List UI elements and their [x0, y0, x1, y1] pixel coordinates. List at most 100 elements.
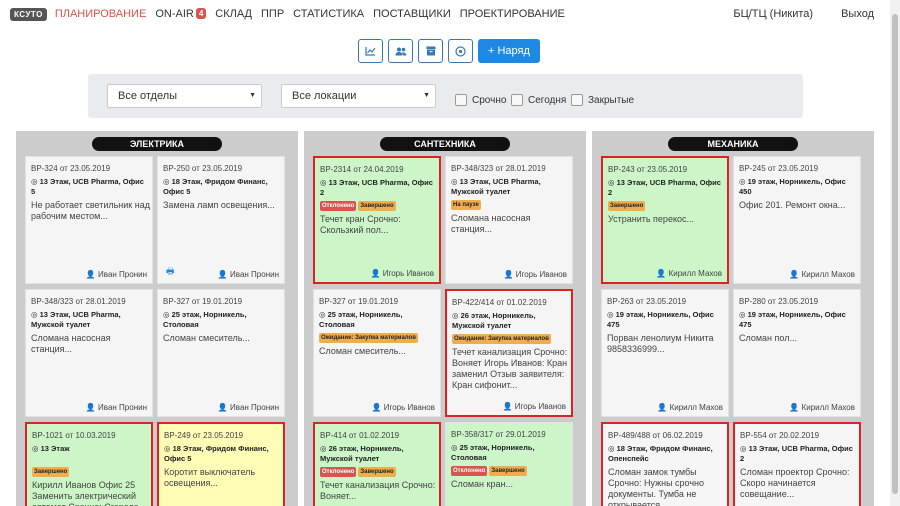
card-assignee: 👤 Игорь Иванов: [504, 270, 567, 279]
top-navbar: КСУТО ПЛАНИРОВАНИЕ ON-AIR 4 СКЛАД ППР СТА…: [0, 0, 890, 28]
card-description: Сломан замок тумбы Срочно: Нужны срочно …: [608, 467, 705, 506]
card-location: ◎ 25 этаж, Норникель, Столовая: [163, 310, 247, 329]
work-order-card[interactable]: ВР-358/317 от 29.01.2019 ◎ 25 этаж, Норни…: [445, 422, 573, 506]
work-order-card[interactable]: ВР-324 от 23.05.2019 ◎ 13 Этаж, UCB Pharm…: [25, 156, 153, 284]
urgent-checkbox[interactable]: Срочно: [455, 94, 506, 106]
card-number: ВР-348/323 от 28.01.2019: [31, 297, 126, 306]
status-badge: На паузе: [451, 200, 481, 210]
card-assignee-name: Иван Пронин: [98, 403, 147, 412]
printer-icon[interactable]: 🖶: [166, 264, 175, 280]
card-number: ВР-245 от 23.05.2019: [739, 164, 819, 173]
card-status-badges: Отклонено Завершено: [451, 466, 529, 476]
work-order-card[interactable]: ВР-249 от 23.05.2019 ◎ 18 Этаж, Фридом Фи…: [157, 422, 285, 506]
status-badge: Завершено: [358, 201, 396, 211]
card-number: ВР-243 от 23.05.2019: [608, 165, 688, 174]
urgent-checkbox-box[interactable]: [455, 94, 467, 106]
location-select[interactable]: Все локации ▼: [281, 84, 436, 108]
card-assignee: 👤 Кирилл Махов: [789, 403, 855, 412]
department-select[interactable]: Все отделы ▼: [107, 84, 262, 108]
nav-design[interactable]: ПРОЕКТИРОВАНИЕ: [460, 8, 565, 20]
user-icon: 👤: [789, 270, 802, 279]
card-assignee: 👤 Кирилл Махов: [657, 403, 723, 412]
user-icon: 👤: [656, 269, 669, 278]
work-order-card[interactable]: ВР-263 от 23.05.2019 ◎ 19 этаж, Норникель…: [601, 289, 729, 417]
nav-ppr[interactable]: ППР: [261, 8, 284, 20]
status-badge: Завершено: [608, 201, 646, 211]
card-location: ◎ 18 Этаж, Фридом Финанс, Опенспейс: [608, 444, 713, 463]
closed-checkbox-label: Закрытые: [588, 94, 635, 106]
card-description: Течет канализация Срочно: Воняет...: [320, 480, 436, 501]
logout-link[interactable]: Выход: [841, 8, 874, 20]
card-assignee-name: Кирилл Махов: [801, 403, 855, 412]
new-order-button[interactable]: + Наряд: [478, 39, 540, 63]
card-location: ◎ 13 Этаж, UCB Pharma, Офис 2: [320, 178, 433, 197]
nav-suppliers[interactable]: ПОСТАВЩИКИ: [373, 8, 451, 20]
status-badge: Завершено: [358, 467, 396, 477]
work-order-card[interactable]: ВР-414 от 01.02.2019 ◎ 26 этаж, Норникель…: [313, 422, 441, 506]
onair-count-badge: 4: [195, 8, 207, 19]
today-checkbox-label: Сегодня: [528, 94, 567, 106]
card-assignee: 👤 Игорь Иванов: [503, 402, 566, 411]
card-description: Порван ленолиум Никита 9858336999...: [607, 333, 714, 354]
user-icon: 👤: [217, 403, 231, 412]
card-assignee: 👤 Иван Пронин: [218, 403, 279, 412]
page-scrollbar[interactable]: [890, 0, 900, 506]
card-location: ◎ 13 Этаж, UCB Pharma, Мужской туалет: [31, 310, 121, 329]
card-number: ВР-327 от 19.01.2019: [319, 297, 399, 306]
card-number: ВР-348/323 от 28.01.2019: [451, 164, 546, 173]
card-status-badges: Ожидание: Закупка материалов: [452, 334, 553, 344]
chart-icon: [365, 47, 376, 56]
target-button[interactable]: [448, 39, 473, 63]
today-checkbox-box[interactable]: [511, 94, 523, 106]
card-number: ВР-489/488 от 06.02.2019: [608, 431, 703, 440]
chart-button[interactable]: [358, 39, 383, 63]
nav-right-group: БЦ/ТЦ (Никита) Выход: [721, 8, 890, 20]
work-order-card[interactable]: ВР-2314 от 24.04.2019 ◎ 13 Этаж, UCB Phar…: [313, 156, 441, 284]
card-assignee-name: Игорь Иванов: [514, 402, 566, 411]
column-title: ЭЛЕКТРИКА: [92, 137, 222, 151]
work-order-card[interactable]: ВР-243 от 23.05.2019 ◎ 13 Этаж, UCB Pharm…: [601, 156, 729, 284]
work-order-card[interactable]: ВР-348/323 от 28.01.2019 ◎ 13 Этаж, UCB P…: [445, 156, 573, 284]
work-order-card[interactable]: ВР-1021 от 10.03.2019 ◎ 13 Этаж Завершено К…: [25, 422, 153, 506]
card-status-badges: Завершено: [608, 201, 647, 211]
users-button[interactable]: [388, 39, 413, 63]
card-location: ◎ 19 этаж, Норникель, Офис 475: [739, 310, 846, 329]
card-assignee: 👤 Иван Пронин: [218, 270, 279, 279]
nav-planning[interactable]: ПЛАНИРОВАНИЕ: [55, 8, 146, 20]
nav-warehouse[interactable]: СКЛАД: [215, 8, 252, 20]
card-number: ВР-324 от 23.05.2019: [31, 164, 111, 173]
nav-statistics[interactable]: СТАТИСТИКА: [293, 8, 364, 20]
work-order-card[interactable]: ВР-245 от 23.05.2019 ◎ 19 этаж, Норникель…: [733, 156, 861, 284]
archive-button[interactable]: [418, 39, 443, 63]
work-order-card[interactable]: ВР-280 от 23.05.2019 ◎ 19 этаж, Норникель…: [733, 289, 861, 417]
app-logo[interactable]: КСУТО: [10, 7, 47, 21]
card-status-badges: Отклонено Завершено: [320, 201, 398, 211]
card-description: Течет канализация Срочно: Воняет Игорь И…: [452, 347, 568, 390]
user-icon: 👤: [85, 403, 99, 412]
user-menu[interactable]: БЦ/ТЦ (Никита): [733, 8, 813, 20]
urgent-checkbox-label: Срочно: [472, 94, 507, 106]
work-order-card[interactable]: ВР-348/323 от 28.01.2019 ◎ 13 Этаж, UCB P…: [25, 289, 153, 417]
card-location: ◎ 13 Этаж, UCB Pharma, Мужской туалет: [451, 177, 541, 196]
user-icon: 👤: [85, 270, 99, 279]
closed-checkbox[interactable]: Закрытые: [571, 94, 634, 106]
closed-checkbox-box[interactable]: [571, 94, 583, 106]
work-order-card[interactable]: ВР-422/414 от 01.02.2019 ◎ 26 этаж, Норни…: [445, 289, 573, 417]
card-assignee-name: Иван Пронин: [98, 270, 147, 279]
card-description: Замена ламп освещения...: [163, 200, 275, 210]
today-checkbox[interactable]: Сегодня: [511, 94, 566, 106]
card-description: Сломан смеситель...: [163, 333, 250, 343]
work-order-card[interactable]: ВР-250 от 23.05.2019 ◎ 18 Этаж, Фридом Фи…: [157, 156, 285, 284]
card-description: Сломана насосная станция...: [31, 333, 111, 354]
work-order-card[interactable]: ВР-489/488 от 06.02.2019 ◎ 18 Этаж, Фридо…: [601, 422, 729, 506]
card-location: ◎ 19 этаж, Норникель, Офис 450: [739, 177, 846, 196]
nav-onair[interactable]: ON-AIR 4: [155, 8, 207, 20]
work-order-card[interactable]: ВР-327 от 19.01.2019 ◎ 25 этаж, Норникель…: [313, 289, 441, 417]
work-order-card[interactable]: ВР-327 от 19.01.2019 ◎ 25 этаж, Норникель…: [157, 289, 285, 417]
work-order-card[interactable]: ВР-554 от 20.02.2019 ◎ 13 Этаж, UCB Pharm…: [733, 422, 861, 506]
scrollbar-thumb[interactable]: [892, 14, 898, 494]
card-assignee-name: Игорь Иванов: [383, 403, 435, 412]
card-number: ВР-414 от 01.02.2019: [320, 431, 400, 440]
card-number: ВР-554 от 20.02.2019: [740, 431, 820, 440]
status-badge: Ожидание: Закупка материалов: [319, 333, 418, 343]
